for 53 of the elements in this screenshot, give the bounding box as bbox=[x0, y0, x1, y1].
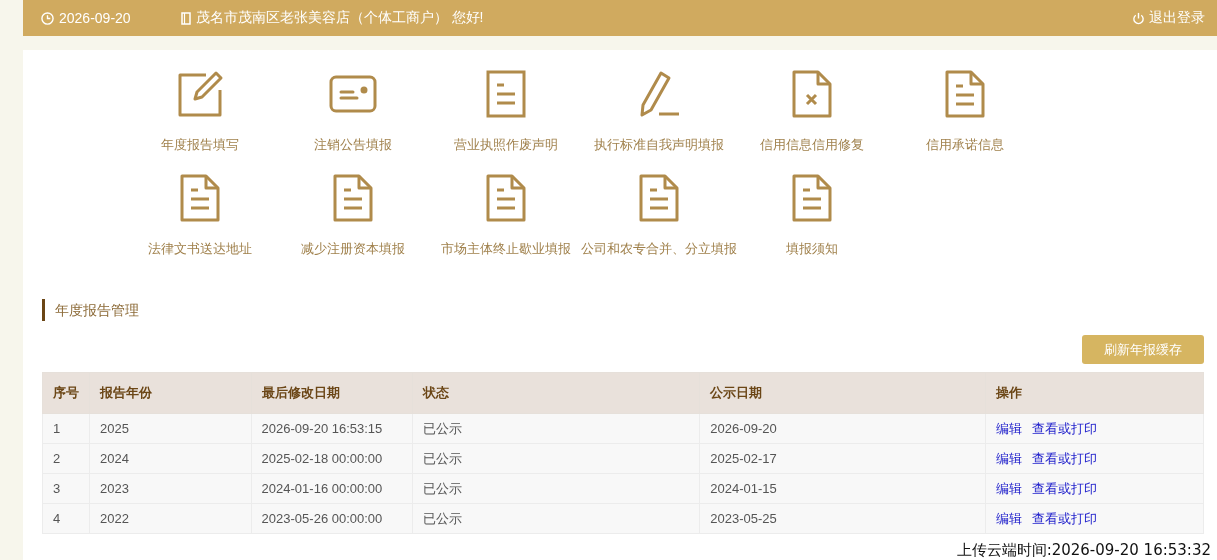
edit-link[interactable]: 编辑 bbox=[996, 509, 1023, 528]
table-cell: 2025-02-17 bbox=[699, 443, 986, 474]
column-header: 最后修改日期 bbox=[251, 372, 413, 414]
view-print-link[interactable]: 查看或打印 bbox=[1032, 419, 1098, 438]
service-link[interactable]: 营业执照作废声明 bbox=[453, 136, 558, 154]
section-title: 年度报告管理 bbox=[42, 299, 139, 321]
table-cell: 2023-05-25 bbox=[699, 503, 986, 534]
power-icon bbox=[1132, 11, 1145, 25]
column-header: 报告年份 bbox=[89, 372, 252, 414]
view-print-link[interactable]: 查看或打印 bbox=[1032, 449, 1098, 468]
upload-time-text: 上传云端时间:2026-09-20 16:53:32 bbox=[956, 542, 1211, 559]
table-cell: 2023 bbox=[89, 473, 252, 504]
table-cell: 2025 bbox=[89, 413, 252, 444]
service-link[interactable]: 执行标准自我声明填报 bbox=[593, 136, 724, 154]
table-cell: 2026-09-20 bbox=[699, 413, 986, 444]
column-header: 序号 bbox=[42, 372, 90, 414]
service-link[interactable]: 减少注册资本填报 bbox=[300, 240, 405, 258]
service-link[interactable]: 信用信息信用修复 bbox=[759, 136, 864, 154]
view-print-link[interactable]: 查看或打印 bbox=[1032, 479, 1098, 498]
table-cell: 2024-01-15 bbox=[699, 473, 986, 504]
column-header: 操作 bbox=[985, 372, 1204, 414]
table-cell: 2 bbox=[42, 443, 90, 474]
clock-icon bbox=[41, 11, 54, 25]
table-cell: 1 bbox=[42, 413, 90, 444]
current-date: 2026-09-20 bbox=[59, 10, 131, 26]
table-cell: 3 bbox=[42, 473, 90, 504]
service-link[interactable]: 填报须知 bbox=[785, 240, 838, 258]
table-cell: 2024 bbox=[89, 443, 252, 474]
table-cell: 2024-01-16 00:00:00 bbox=[251, 473, 413, 504]
service-link[interactable]: 市场主体终止歇业填报 bbox=[440, 240, 571, 258]
table-cell: 已公示 bbox=[412, 473, 700, 504]
service-link[interactable]: 法律文书送达地址 bbox=[147, 240, 252, 258]
table-cell: 2026-09-20 16:53:15 bbox=[251, 413, 413, 444]
edit-link[interactable]: 编辑 bbox=[996, 419, 1023, 438]
table-cell: 已公示 bbox=[412, 443, 700, 474]
greeting-text: 茂名市茂南区老张美容店（个体工商户） 您好! bbox=[195, 9, 484, 27]
table-cell: 2023-05-26 00:00:00 bbox=[251, 503, 413, 534]
view-print-link[interactable]: 查看或打印 bbox=[1032, 509, 1098, 528]
logout-link[interactable]: 退出登录 bbox=[1132, 9, 1205, 27]
edit-link[interactable]: 编辑 bbox=[996, 479, 1023, 498]
table-cell: 4 bbox=[42, 503, 90, 534]
service-link[interactable]: 信用承诺信息 bbox=[925, 136, 1004, 154]
service-link[interactable]: 年度报告填写 bbox=[160, 136, 239, 154]
notebook-icon bbox=[180, 11, 191, 25]
table-cell: 2022 bbox=[89, 503, 252, 534]
table-cell: 已公示 bbox=[412, 503, 700, 534]
service-link[interactable]: 公司和农专合并、分立填报 bbox=[580, 240, 737, 258]
column-header: 公示日期 bbox=[699, 372, 986, 414]
edit-link[interactable]: 编辑 bbox=[996, 449, 1023, 468]
table-cell: 2025-02-18 00:00:00 bbox=[251, 443, 413, 474]
service-link[interactable]: 注销公告填报 bbox=[313, 136, 392, 154]
table-cell: 已公示 bbox=[412, 413, 700, 444]
column-header: 状态 bbox=[412, 372, 700, 414]
